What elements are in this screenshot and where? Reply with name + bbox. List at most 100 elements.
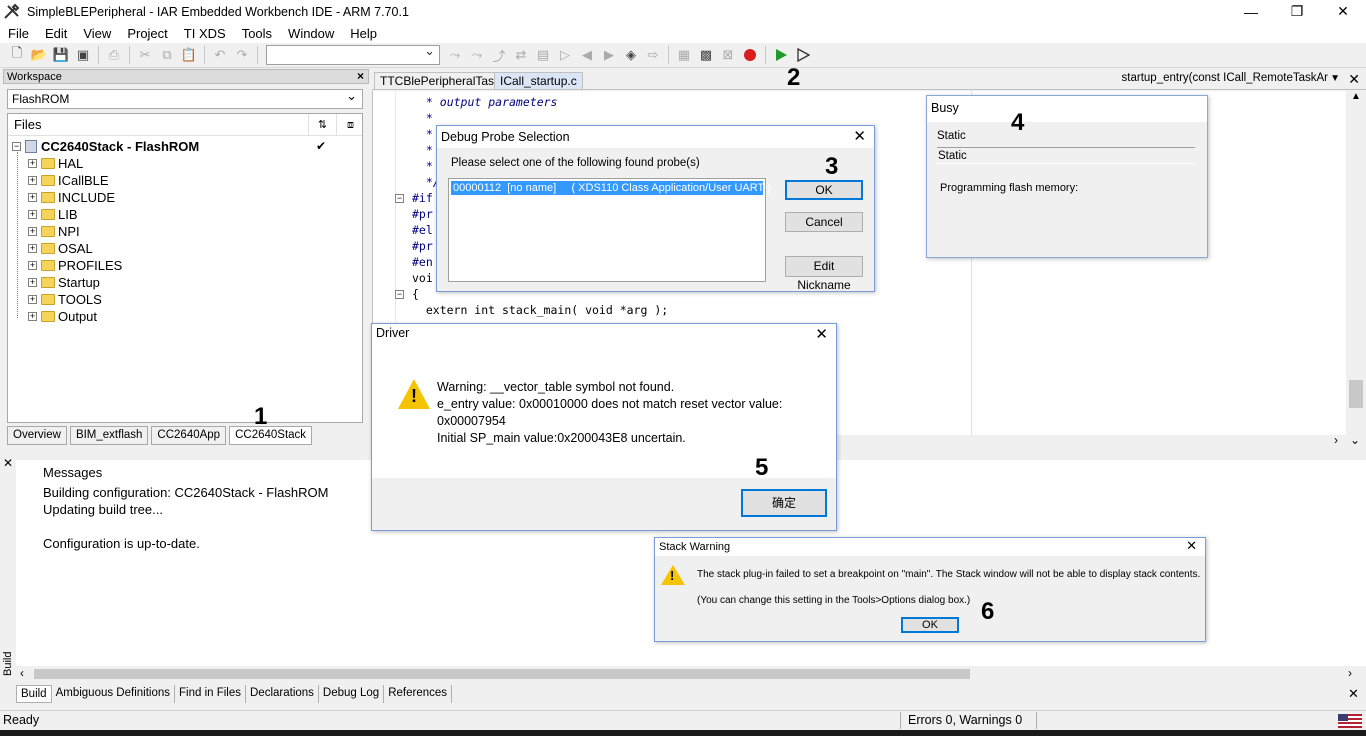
- debug-without-download-icon[interactable]: [792, 45, 814, 65]
- messages-horizontal-scrollbar[interactable]: ‹ ›: [16, 666, 1356, 682]
- scroll-up-icon[interactable]: ▲: [1351, 91, 1361, 102]
- messages-close-icon[interactable]: ✕: [3, 456, 13, 470]
- print-icon[interactable]: ⎙: [103, 45, 125, 65]
- tree-folder[interactable]: + NPI: [28, 223, 80, 240]
- workspace-close-icon[interactable]: ×: [357, 69, 364, 84]
- find-combo[interactable]: [266, 43, 440, 65]
- paste-icon[interactable]: 📋: [178, 45, 200, 65]
- tab-cc2640app[interactable]: CC2640App: [151, 426, 227, 445]
- function-navigator[interactable]: startup_entry(const ICall_RemoteTaskAr: [1122, 72, 1328, 84]
- tree-folder[interactable]: + INCLUDE: [28, 189, 115, 206]
- save-all-icon[interactable]: ▣: [72, 45, 94, 65]
- options-column-icon[interactable]: ⧈: [336, 114, 364, 136]
- tab-declarations[interactable]: Declarations: [246, 685, 319, 703]
- window-title: SimpleBLEPeripheral - IAR Embedded Workb…: [27, 4, 409, 19]
- tree-folder[interactable]: + PROFILES: [28, 257, 122, 274]
- restore-button[interactable]: ❐: [1274, 0, 1320, 23]
- tab-bim-extflash[interactable]: BIM_extflash: [69, 426, 149, 445]
- cut-icon[interactable]: ✂: [134, 45, 156, 65]
- next-bookmark-icon[interactable]: ▶: [598, 45, 620, 65]
- tab-overview[interactable]: Overview: [7, 426, 67, 445]
- expand-icon: +: [28, 260, 37, 270]
- menu-tools[interactable]: Tools: [234, 26, 280, 41]
- new-file-icon[interactable]: 🗋: [6, 45, 28, 65]
- tab-build[interactable]: Build: [16, 685, 52, 703]
- scroll-thumb[interactable]: [34, 669, 970, 679]
- tree-folder[interactable]: + Output: [28, 308, 97, 325]
- find-in-files-icon[interactable]: ⤴: [488, 45, 510, 65]
- dialog-close-icon[interactable]: ✕: [1186, 538, 1197, 554]
- copy-icon[interactable]: ⧉: [156, 45, 178, 65]
- editor-close-icon[interactable]: ✕: [1348, 71, 1360, 88]
- cancel-button[interactable]: Cancel: [785, 212, 863, 232]
- scroll-right-icon[interactable]: ›: [1348, 666, 1352, 680]
- download-debug-icon[interactable]: [770, 45, 792, 65]
- navigate-back-icon[interactable]: ◈: [620, 45, 642, 65]
- editor-vertical-scrollbar[interactable]: ▲: [1346, 91, 1366, 435]
- menu-window[interactable]: Window: [280, 26, 342, 41]
- tree-folder[interactable]: + Startup: [28, 274, 100, 291]
- configuration-dropdown[interactable]: FlashROM: [7, 87, 363, 109]
- dialog-close-icon[interactable]: ✕: [853, 127, 866, 145]
- tree-folder[interactable]: + TOOLS: [28, 291, 102, 308]
- find-next-icon[interactable]: ⤳: [444, 45, 466, 65]
- warning-line: e_entry value: 0x00010000 does not match…: [437, 397, 783, 411]
- close-button[interactable]: ✕: [1320, 0, 1366, 23]
- scroll-right-icon[interactable]: ›: [1334, 433, 1338, 447]
- compile-icon[interactable]: ▦: [673, 45, 695, 65]
- toggle-breakpoint-icon[interactable]: [739, 45, 761, 65]
- annotation-4: 4: [1011, 109, 1025, 136]
- scroll-left-icon[interactable]: ‹: [20, 666, 24, 680]
- tree-folder[interactable]: + HAL: [28, 155, 83, 172]
- redo-icon[interactable]: ↷: [231, 45, 253, 65]
- menu-file[interactable]: File: [0, 26, 37, 41]
- ok-button[interactable]: OK: [785, 180, 863, 200]
- scroll-thumb[interactable]: [1349, 380, 1363, 408]
- dialog-close-icon[interactable]: ✕: [815, 325, 828, 343]
- confirm-button[interactable]: 确定: [741, 489, 827, 517]
- tab-debug-log[interactable]: Debug Log: [319, 685, 385, 703]
- minimize-button[interactable]: —: [1228, 0, 1274, 23]
- menu-ti-xds[interactable]: TI XDS: [176, 26, 234, 41]
- tree-folder[interactable]: + ICallBLE: [28, 172, 109, 189]
- folder-icon: [41, 209, 55, 220]
- tree-folder[interactable]: + LIB: [28, 206, 78, 223]
- scroll-down-icon[interactable]: ⌄: [1350, 433, 1360, 447]
- menu-project[interactable]: Project: [119, 26, 175, 41]
- menu-edit[interactable]: Edit: [37, 26, 75, 41]
- stop-build-icon[interactable]: ⊠: [717, 45, 739, 65]
- navigate-forward-icon[interactable]: ⇨: [642, 45, 664, 65]
- save-icon[interactable]: 💾: [50, 45, 72, 65]
- collapse-icon[interactable]: −: [12, 142, 21, 151]
- function-dropdown-icon[interactable]: ▼: [1330, 73, 1340, 84]
- open-folder-icon[interactable]: 📂: [28, 45, 50, 65]
- find-prev-icon[interactable]: ⤳: [466, 45, 488, 65]
- goto-icon[interactable]: ▤: [532, 45, 554, 65]
- fold-icon[interactable]: −: [395, 194, 404, 203]
- fold-icon[interactable]: −: [395, 290, 404, 299]
- tab-find-in-files[interactable]: Find in Files: [175, 685, 246, 703]
- tree-folder[interactable]: + OSAL: [28, 240, 93, 257]
- toggle-columns-icon[interactable]: ⇅: [308, 114, 336, 136]
- folder-icon: [41, 175, 55, 186]
- probe-list-item[interactable]: 00000112 [no name] ( XDS110 Class Applic…: [451, 181, 771, 195]
- tab-cc2640stack[interactable]: CC2640Stack: [229, 426, 313, 445]
- menu-help[interactable]: Help: [342, 26, 385, 41]
- undo-icon[interactable]: ↶: [209, 45, 231, 65]
- project-node[interactable]: − CC2640Stack - FlashROM: [12, 138, 199, 155]
- status-bar: Ready Errors 0, Warnings 0: [0, 710, 1366, 730]
- bookmark-icon[interactable]: ▷: [554, 45, 576, 65]
- tab-ambiguous-definitions[interactable]: Ambiguous Definitions: [52, 685, 175, 703]
- tab-icall-startup[interactable]: ICall_startup.c: [494, 72, 583, 90]
- edit-nickname-button[interactable]: Edit Nickname: [785, 256, 863, 292]
- probe-list[interactable]: 00000112 [no name] ( XDS110 Class Applic…: [448, 178, 771, 282]
- ok-button[interactable]: OK: [901, 617, 959, 633]
- messages-tabs-close-icon[interactable]: ✕: [1348, 686, 1359, 702]
- tab-references[interactable]: References: [384, 685, 453, 703]
- make-icon[interactable]: ▩: [695, 45, 717, 65]
- prev-bookmark-icon[interactable]: ◀: [576, 45, 598, 65]
- code-line: extern int stack_main( void *arg );: [412, 303, 669, 317]
- replace-icon[interactable]: ⇄: [510, 45, 532, 65]
- folder-icon: [41, 243, 55, 254]
- menu-view[interactable]: View: [75, 26, 119, 41]
